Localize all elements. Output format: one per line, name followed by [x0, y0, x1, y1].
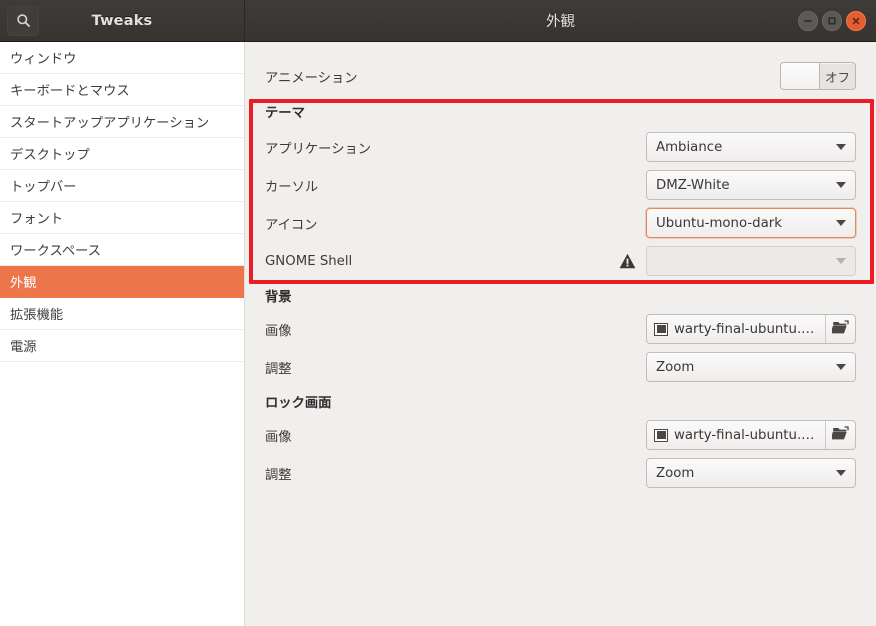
theme-application-row: アプリケーション Ambiance: [265, 128, 856, 166]
background-image-row: 画像 warty-final-ubuntu.png: [265, 310, 856, 348]
chevron-down-icon: [836, 470, 846, 476]
toggle-knob: [781, 63, 820, 89]
theme-application-combo[interactable]: Ambiance: [646, 132, 856, 162]
chevron-down-icon: [836, 182, 846, 188]
chevron-down-icon: [836, 258, 846, 264]
background-image-label: 画像: [265, 323, 292, 339]
header-right-pane: 外観: [245, 0, 876, 41]
background-adjustment-combo[interactable]: Zoom: [646, 352, 856, 382]
background-adjustment-value: Zoom: [656, 359, 695, 375]
theme-gnome-shell-combo[interactable]: [646, 246, 856, 276]
header-bar: Tweaks 外観: [0, 0, 876, 42]
maximize-button[interactable]: [822, 10, 842, 31]
sidebar-item-appearance[interactable]: 外観: [0, 266, 244, 298]
background-image-filename: warty-final-ubuntu.png: [674, 321, 819, 337]
sidebar-item-label: トップバー: [10, 180, 77, 195]
animation-label: アニメーション: [265, 70, 358, 86]
theme-cursor-label: カーソル: [265, 179, 319, 195]
maximize-icon: [827, 16, 837, 26]
background-adjustment-row: 調整 Zoom: [265, 348, 856, 386]
sidebar-item-power[interactable]: 電源: [0, 330, 244, 362]
background-section-heading: 背景: [265, 289, 292, 305]
lock-screen-image-label: 画像: [265, 429, 292, 445]
close-button[interactable]: [846, 10, 866, 31]
image-thumbnail-icon: [654, 428, 668, 442]
lock-screen-adjustment-row: 調整 Zoom: [265, 454, 856, 492]
lock-screen-adjustment-combo[interactable]: Zoom: [646, 458, 856, 488]
theme-cursor-row: カーソル DMZ-White: [265, 166, 856, 204]
search-button[interactable]: [7, 5, 39, 36]
page-title: 外観: [546, 14, 575, 30]
theme-icons-value: Ubuntu-mono-dark: [656, 215, 782, 231]
open-folder-icon: [830, 319, 849, 339]
lock-screen-image-filename: warty-final-ubuntu.png: [674, 427, 819, 443]
theme-gnome-shell-control: [619, 246, 856, 276]
theme-gnome-shell-label: GNOME Shell: [265, 253, 353, 269]
animation-row: アニメーション オフ: [265, 58, 856, 94]
header-left-pane: Tweaks: [0, 0, 245, 41]
sidebar-item-label: キーボードとマウス: [10, 84, 130, 99]
search-icon: [16, 13, 31, 28]
sidebar-item-label: スタートアップアプリケーション: [10, 116, 210, 131]
close-icon: [851, 16, 861, 26]
chevron-down-icon: [836, 364, 846, 370]
theme-gnome-shell-row: GNOME Shell: [265, 242, 856, 280]
sidebar-item-keyboard-mouse[interactable]: キーボードとマウス: [0, 74, 244, 106]
sidebar-item-workspaces[interactable]: ワークスペース: [0, 234, 244, 266]
appearance-settings-panel: アニメーション オフ テーマ アプリケーション Ambiance カーソル DM…: [245, 42, 876, 626]
background-image-open-button[interactable]: [826, 315, 855, 343]
tweaks-window: Tweaks 外観 ウィンドウ キーボードとマウス スタートアップアプリケーショ…: [0, 0, 876, 626]
background-image-filechooser[interactable]: warty-final-ubuntu.png: [646, 314, 856, 344]
animation-toggle[interactable]: オフ: [780, 62, 856, 90]
sidebar-item-top-bar[interactable]: トップバー: [0, 170, 244, 202]
lock-screen-image-row: 画像 warty-final-ubuntu.png: [265, 416, 856, 454]
theme-cursor-combo[interactable]: DMZ-White: [646, 170, 856, 200]
toggle-state-label: オフ: [824, 69, 850, 85]
window-controls: [798, 10, 866, 31]
theme-icons-label: アイコン: [265, 217, 318, 233]
sidebar-item-label: 電源: [10, 340, 37, 355]
theme-icons-row: アイコン Ubuntu-mono-dark: [265, 204, 856, 242]
sidebar-item-label: フォント: [10, 212, 64, 227]
sidebar-item-fonts[interactable]: フォント: [0, 202, 244, 234]
sidebar-item-windows[interactable]: ウィンドウ: [0, 42, 244, 74]
background-image-filename-area: warty-final-ubuntu.png: [647, 315, 825, 343]
window-body: ウィンドウ キーボードとマウス スタートアップアプリケーション デスクトップ ト…: [0, 42, 876, 626]
warning-triangle-icon: [619, 253, 636, 269]
sidebar-item-startup-applications[interactable]: スタートアップアプリケーション: [0, 106, 244, 138]
theme-application-label: アプリケーション: [265, 141, 372, 157]
theme-cursor-value: DMZ-White: [656, 177, 730, 193]
lock-screen-adjustment-value: Zoom: [656, 465, 695, 481]
sidebar: ウィンドウ キーボードとマウス スタートアップアプリケーション デスクトップ ト…: [0, 42, 245, 626]
chevron-down-icon: [836, 144, 846, 150]
minimize-icon: [803, 16, 813, 26]
minimize-button[interactable]: [798, 10, 818, 31]
sidebar-item-extensions[interactable]: 拡張機能: [0, 298, 244, 330]
open-folder-icon: [830, 425, 849, 445]
sidebar-item-desktop[interactable]: デスクトップ: [0, 138, 244, 170]
sidebar-item-label: 外観: [10, 276, 37, 291]
chevron-down-icon: [836, 220, 846, 226]
image-thumbnail-icon: [654, 322, 668, 336]
lock-screen-image-filechooser[interactable]: warty-final-ubuntu.png: [646, 420, 856, 450]
background-adjustment-label: 調整: [265, 361, 292, 377]
sidebar-item-label: デスクトップ: [10, 148, 90, 163]
sidebar-item-label: ウィンドウ: [10, 52, 77, 67]
animation-control: オフ: [780, 62, 856, 90]
sidebar-item-label: 拡張機能: [10, 308, 64, 323]
lock-screen-image-filename-area: warty-final-ubuntu.png: [647, 421, 825, 449]
sidebar-item-label: ワークスペース: [10, 244, 102, 259]
lock-screen-image-open-button[interactable]: [826, 421, 855, 449]
lock-screen-adjustment-label: 調整: [265, 467, 292, 483]
theme-icons-combo[interactable]: Ubuntu-mono-dark: [646, 208, 856, 238]
theme-application-value: Ambiance: [656, 139, 723, 155]
theme-section-heading: テーマ: [265, 105, 305, 121]
lock-screen-section-heading: ロック画面: [265, 395, 332, 411]
